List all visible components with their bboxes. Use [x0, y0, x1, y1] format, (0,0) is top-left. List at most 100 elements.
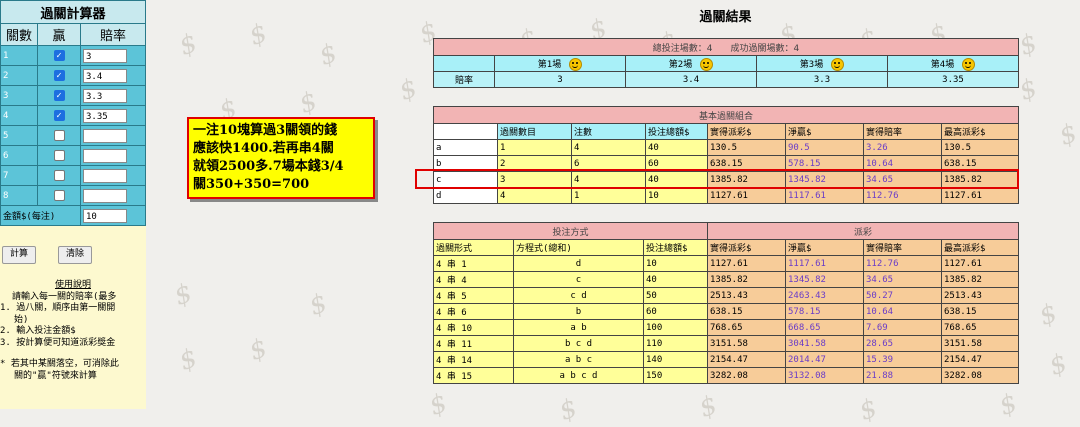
help-line: 請輸入每一關的賠率(最多 — [12, 291, 117, 302]
win-checkbox[interactable] — [53, 190, 65, 201]
bet-cell: 1117.61 — [785, 255, 864, 272]
dollar-pattern-glyph: $ — [555, 393, 582, 427]
dollar-pattern-glyph: $ — [1015, 73, 1042, 107]
calculator-row: 3 ✓ 3.3 — [0, 85, 146, 106]
odds-input[interactable]: 3.3 — [83, 88, 127, 103]
basic-title: 基本過關組合 — [433, 106, 1019, 124]
match-label: 第4場 — [930, 59, 955, 70]
dollar-pattern-glyph: $ — [855, 393, 882, 427]
help-line: 始) — [14, 314, 29, 325]
calculator-row: 6 — [0, 145, 146, 166]
bet-formula: b — [513, 303, 644, 320]
bet-cell: 2154.47 — [707, 351, 786, 368]
smiley-icon — [831, 57, 845, 71]
bet-row: 4 串 6 b 60 638.15 578.15 10.64 638.15 — [433, 303, 1019, 320]
help-section: 使用說明 請輸入每一關的賠率(最多 1. 過八關，順序由第一關開 始) 2. 輸… — [0, 280, 146, 382]
odds-input[interactable]: 3.4 — [83, 68, 127, 83]
help-line: 關的"贏"符號來計算 — [14, 370, 97, 381]
row-label: a — [433, 139, 498, 156]
odds-input[interactable] — [83, 148, 127, 163]
calculate-button[interactable]: 計算 — [2, 246, 36, 264]
basic-column-header: 實得派彩$ — [707, 123, 786, 140]
win-checkbox[interactable]: ✓ — [53, 110, 65, 121]
help-line: 1. 過八關，順序由第一關開 — [0, 303, 116, 313]
odds-input[interactable]: 3.35 — [83, 108, 127, 123]
win-checkbox[interactable] — [53, 150, 65, 161]
match-header: 第4場 — [887, 55, 1019, 72]
bet-cell: 1345.82 — [785, 271, 864, 288]
basic-cell: 130.5 — [707, 139, 786, 156]
note-line: 應該快1400.若再串4關 — [193, 141, 334, 156]
match-header: 第1場 — [494, 55, 626, 72]
bet-row: 4 串 5c d 50 2513.43 2463.43 50.27 2513.43 — [433, 287, 1019, 304]
bet-cell: 3151.58 — [707, 335, 786, 352]
basic-cell: 112.76 — [863, 187, 942, 204]
basic-cell: 40 — [645, 139, 708, 156]
match-odds: 3.35 — [887, 71, 1019, 88]
bet-cell: 768.65 — [707, 319, 786, 336]
calculator-panel: 過關計算器 關數 贏 賠率 1 ✓ 3 2 ✓ 3.4 3 ✓ 3.3 4 ✓ 3.35 5 6 7 8 金額… — [0, 0, 146, 409]
summary-text: 總投注場數：4 成功過關場數：4 — [433, 38, 1019, 56]
dollar-pattern-glyph: $ — [175, 343, 202, 377]
win-checkbox[interactable]: ✓ — [53, 70, 65, 81]
match-header: 第3場 — [756, 55, 888, 72]
bet-formula: a b — [513, 319, 644, 336]
smiley-icon — [700, 57, 714, 71]
bet-cell: 7.69 — [863, 319, 942, 336]
payout-title: 派彩 — [707, 222, 1019, 240]
win-checkbox[interactable] — [53, 170, 65, 181]
bet-cell: 1127.61 — [941, 255, 1019, 272]
annotation-note: 一注10塊算過3關領的錢 應該快1400.若再串4關 就領2500多.7場本錢3… — [187, 117, 375, 199]
clear-button[interactable]: 清除 — [58, 246, 92, 264]
bet-cell: 34.65 — [863, 271, 942, 288]
basic-column-header: 最高派彩$ — [941, 123, 1019, 140]
bet-method-table: 投注方式 派彩 過關形式 方程式(總和) 投注總額$ 實得派彩$ 淨贏$ 實得賠率 最高派彩… — [433, 222, 1019, 384]
bet-cell: 2154.47 — [941, 351, 1019, 368]
odds-input[interactable] — [83, 128, 127, 143]
help-line: 3. 按計算便可知道派彩獎金 — [0, 337, 116, 348]
odds-input[interactable] — [83, 188, 127, 203]
highlight-box — [415, 169, 1019, 189]
odds-input[interactable]: 3 — [83, 48, 127, 63]
match-odds: 3 — [494, 71, 626, 88]
calculator-row: 5 — [0, 125, 146, 146]
win-checkbox[interactable]: ✓ — [53, 50, 65, 61]
leg-number: 4 — [0, 105, 38, 126]
bet-cell: 140 — [643, 351, 708, 368]
bet-cell: 578.15 — [785, 303, 864, 320]
win-checkbox[interactable]: ✓ — [53, 90, 65, 101]
dollar-pattern-glyph: $ — [395, 73, 422, 107]
bet-cell: 50 — [643, 287, 708, 304]
calculator-row: 7 — [0, 165, 146, 186]
bet-cell: 3041.58 — [785, 335, 864, 352]
row-label: d — [433, 187, 498, 204]
basic-cell: 4 — [571, 139, 646, 156]
bet-cell: 100 — [643, 319, 708, 336]
odds-input[interactable] — [83, 168, 127, 183]
bet-formula: d — [513, 255, 644, 272]
header-count: 關數 — [0, 23, 38, 46]
bet-method-title: 投注方式 — [433, 222, 708, 240]
summary-table: 總投注場數：4 成功過關場數：4 第1場 第2場 第3場 第4場 賠率 3 3.4 3.3 3… — [433, 38, 1019, 88]
odds-label: 賠率 — [433, 71, 495, 88]
basic-cell: 4 — [497, 187, 572, 204]
calculator-row: 2 ✓ 3.4 — [0, 65, 146, 86]
bet-cell: 1385.82 — [941, 271, 1019, 288]
leg-number: 2 — [0, 65, 38, 86]
calculator-row: 8 — [0, 185, 146, 206]
smiley-icon — [962, 57, 976, 71]
bet-type: 4 串 1 — [433, 255, 514, 272]
result-title: 過關結果 — [699, 10, 752, 25]
amount-input[interactable]: 10 — [83, 208, 127, 223]
leg-number: 8 — [0, 185, 38, 206]
basic-column-header: 淨贏$ — [785, 123, 864, 140]
bet-formula: b c d — [513, 335, 644, 352]
bet-cell: 3151.58 — [941, 335, 1019, 352]
win-checkbox[interactable] — [53, 130, 65, 141]
bet-cell: 150 — [643, 367, 708, 384]
bet-cell: 40 — [643, 271, 708, 288]
bet-column-header: 投注總額$ — [643, 239, 708, 256]
bet-type: 4 串 10 — [433, 319, 514, 336]
bet-cell: 2014.47 — [785, 351, 864, 368]
bet-formula: a b c d — [513, 367, 644, 384]
